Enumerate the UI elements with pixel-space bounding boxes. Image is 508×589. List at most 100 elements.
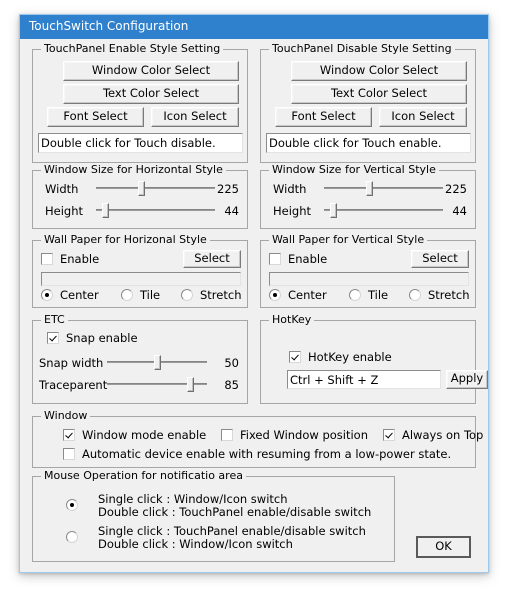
mouse-operation-option-1[interactable]: Single click : Window/Icon switch Double… (66, 493, 371, 519)
disable-font-select-button[interactable]: Font Select (275, 107, 372, 127)
checkbox-box (383, 429, 395, 441)
hotkey-apply-button[interactable]: Apply (446, 370, 488, 389)
slider-thumb[interactable] (187, 377, 194, 392)
v-wallpaper-path-field[interactable] (269, 272, 469, 286)
v-height-slider[interactable] (324, 202, 443, 218)
h-height-label: Height (45, 204, 84, 218)
enable-font-select-button[interactable]: Font Select (47, 107, 144, 127)
v-width-slider[interactable] (324, 180, 443, 196)
disable-icon-select-button[interactable]: Icon Select (379, 107, 467, 127)
v-wallpaper-mode-center[interactable]: Center (269, 289, 327, 302)
v-wallpaper-mode-tile[interactable]: Tile (349, 289, 388, 302)
slider-thumb[interactable] (366, 181, 373, 196)
h-wallpaper-enable-checkbox[interactable]: Enable (41, 252, 99, 266)
group-legend: Wall Paper for Horizonal Style (41, 234, 210, 246)
h-height-slider[interactable] (96, 202, 215, 218)
h-wallpaper-mode-center[interactable]: Center (41, 289, 99, 302)
h-width-slider[interactable] (96, 180, 215, 196)
hotkey-enable-checkbox[interactable]: HotKey enable (289, 350, 392, 364)
enable-message-field[interactable]: Double click for Touch disable. (38, 133, 243, 153)
group-etc: ETC Snap enable Snap width 50 Traceparen… (32, 314, 248, 404)
traceparent-label: Traceparent (39, 378, 108, 392)
group-wallpaper-horizontal: Wall Paper for Horizonal Style Enable Se… (32, 234, 248, 308)
radio-dot (121, 289, 133, 301)
radio-dot (41, 289, 53, 301)
enable-text-color-select-button[interactable]: Text Color Select (63, 84, 239, 104)
window-mode-enable-checkbox[interactable]: Window mode enable (63, 428, 206, 442)
enable-window-color-select-button[interactable]: Window Color Select (63, 61, 239, 81)
group-touchpanel-enable-style: TouchPanel Enable Style Setting Window C… (32, 43, 248, 163)
window-title: TouchSwitch Configuration (29, 19, 189, 33)
radio-dot (66, 531, 78, 543)
traceparent-slider[interactable] (107, 376, 207, 392)
checkbox-label: Snap enable (66, 331, 138, 345)
option2-line2: Double click : Window/Icon switch (98, 537, 293, 551)
group-legend: TouchPanel Disable Style Setting (269, 43, 455, 55)
checkbox-label: Always on Top (402, 428, 484, 442)
v-wallpaper-enable-checkbox[interactable]: Enable (269, 252, 327, 266)
group-legend: Window Size for Vertical Style (269, 164, 439, 176)
v-height-label: Height (273, 204, 312, 218)
v-wallpaper-select-button[interactable]: Select (411, 250, 469, 268)
always-on-top-checkbox[interactable]: Always on Top (383, 428, 483, 442)
option1-line2: Double click : TouchPanel enable/disable… (98, 505, 372, 519)
automatic-device-enable-checkbox[interactable]: Automatic device enable with resuming fr… (63, 447, 451, 461)
radio-label: Tile (368, 288, 389, 302)
radio-label: Tile (140, 288, 161, 302)
checkbox-label: HotKey enable (308, 350, 392, 364)
disable-text-color-select-button[interactable]: Text Color Select (291, 84, 467, 104)
slider-thumb[interactable] (102, 203, 109, 218)
group-window-size-vertical: Window Size for Vertical Style Width 225… (260, 164, 476, 229)
checkbox-box (63, 448, 75, 460)
hotkey-combo-field[interactable]: Ctrl + Shift + Z (287, 370, 441, 389)
v-height-value: 44 (452, 204, 467, 218)
snap-width-label: Snap width (39, 356, 104, 370)
group-window-size-horizontal: Window Size for Horizontal Style Width 2… (32, 164, 248, 229)
group-legend: TouchPanel Enable Style Setting (41, 43, 224, 55)
snap-width-slider[interactable] (107, 354, 207, 370)
h-wallpaper-mode-stretch[interactable]: Stretch (181, 289, 241, 302)
radio-label: Center (60, 288, 99, 302)
checkbox-label: Enable (288, 252, 328, 266)
snap-enable-checkbox[interactable]: Snap enable (47, 331, 138, 345)
checkbox-label: Enable (60, 252, 100, 266)
checkbox-label: Window mode enable (82, 428, 207, 442)
mouse-operation-option-2[interactable]: Single click : TouchPanel enable/disable… (66, 525, 366, 551)
h-wallpaper-path-field[interactable] (41, 272, 241, 286)
enable-icon-select-button[interactable]: Icon Select (151, 107, 239, 127)
config-window: TouchSwitch Configuration TouchPanel Ena… (19, 14, 489, 573)
group-hotkey: HotKey HotKey enable Ctrl + Shift + Z Ap… (260, 314, 488, 404)
slider-track (96, 187, 215, 189)
radio-label: Center (288, 288, 327, 302)
h-wallpaper-mode-tile[interactable]: Tile (121, 289, 160, 302)
disable-window-color-select-button[interactable]: Window Color Select (291, 61, 467, 81)
checkbox-box (269, 253, 281, 265)
group-legend: ETC (41, 314, 68, 326)
group-legend: Window Size for Horizontal Style (41, 164, 226, 176)
checkbox-label: Fixed Window position (240, 428, 369, 442)
h-height-value: 44 (224, 204, 239, 218)
radio-dot (181, 289, 193, 301)
h-wallpaper-select-button[interactable]: Select (183, 250, 241, 268)
checkbox-box (221, 429, 233, 441)
slider-thumb[interactable] (138, 181, 145, 196)
slider-thumb[interactable] (154, 355, 161, 370)
checkbox-box (63, 429, 75, 441)
ok-button[interactable]: OK (416, 536, 471, 558)
group-legend: HotKey (269, 314, 315, 326)
radio-label: Stretch (428, 288, 470, 302)
slider-thumb[interactable] (330, 203, 337, 218)
group-legend: Window (41, 410, 91, 422)
radio-dot (66, 499, 78, 511)
group-touchpanel-disable-style: TouchPanel Disable Style Setting Window … (260, 43, 476, 163)
title-bar[interactable]: TouchSwitch Configuration (20, 15, 488, 39)
checkbox-box (289, 351, 301, 363)
checkbox-box (41, 253, 53, 265)
v-wallpaper-mode-stretch[interactable]: Stretch (409, 289, 469, 302)
disable-message-field[interactable]: Double click for Touch enable. (266, 133, 471, 153)
radio-label: Stretch (200, 288, 242, 302)
fixed-window-position-checkbox[interactable]: Fixed Window position (221, 428, 368, 442)
screen: TouchSwitch Configuration TouchPanel Ena… (0, 0, 508, 589)
group-wallpaper-vertical: Wall Paper for Vertical Style Enable Sel… (260, 234, 476, 308)
snap-width-value: 50 (224, 356, 239, 370)
